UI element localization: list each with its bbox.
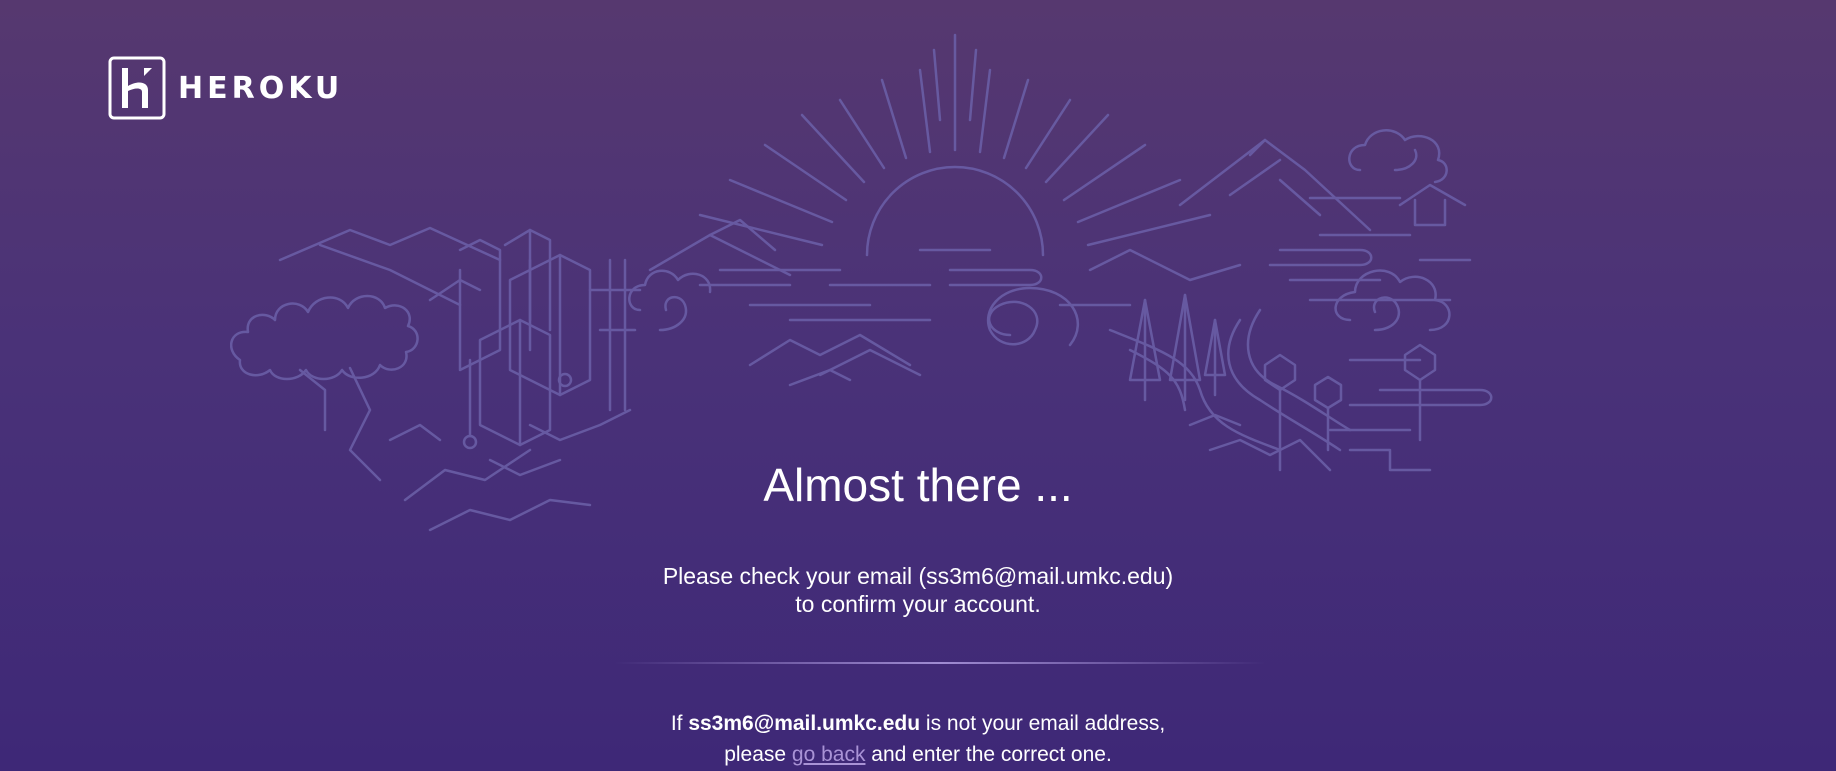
wrong-email-note: If ss3m6@mail.umkc.edu is not your email… — [0, 708, 1836, 770]
go-back-link[interactable]: go back — [792, 743, 866, 766]
message-line-2: to confirm your account. — [795, 591, 1041, 617]
note-line2-suffix: and enter the correct one. — [865, 743, 1112, 766]
note-line-1: If ss3m6@mail.umkc.edu is not your email… — [0, 708, 1836, 739]
note-prefix: If — [670, 712, 689, 735]
note-email: ss3m6@mail.umkc.edu — [688, 712, 921, 735]
note-suffix: is not your email address, — [920, 712, 1166, 735]
divider — [615, 662, 1265, 664]
message-line-1: Please check your email (ss3m6@mail.umkc… — [662, 563, 1174, 589]
note-line2-prefix: please — [724, 743, 792, 766]
page-title: Almost there ... — [763, 459, 1073, 511]
heroku-logo-icon — [108, 56, 166, 120]
note-line-2: please go back and enter the correct one… — [0, 739, 1836, 770]
confirmation-message: Please check your email (ss3m6@mail.umkc… — [0, 562, 1836, 618]
